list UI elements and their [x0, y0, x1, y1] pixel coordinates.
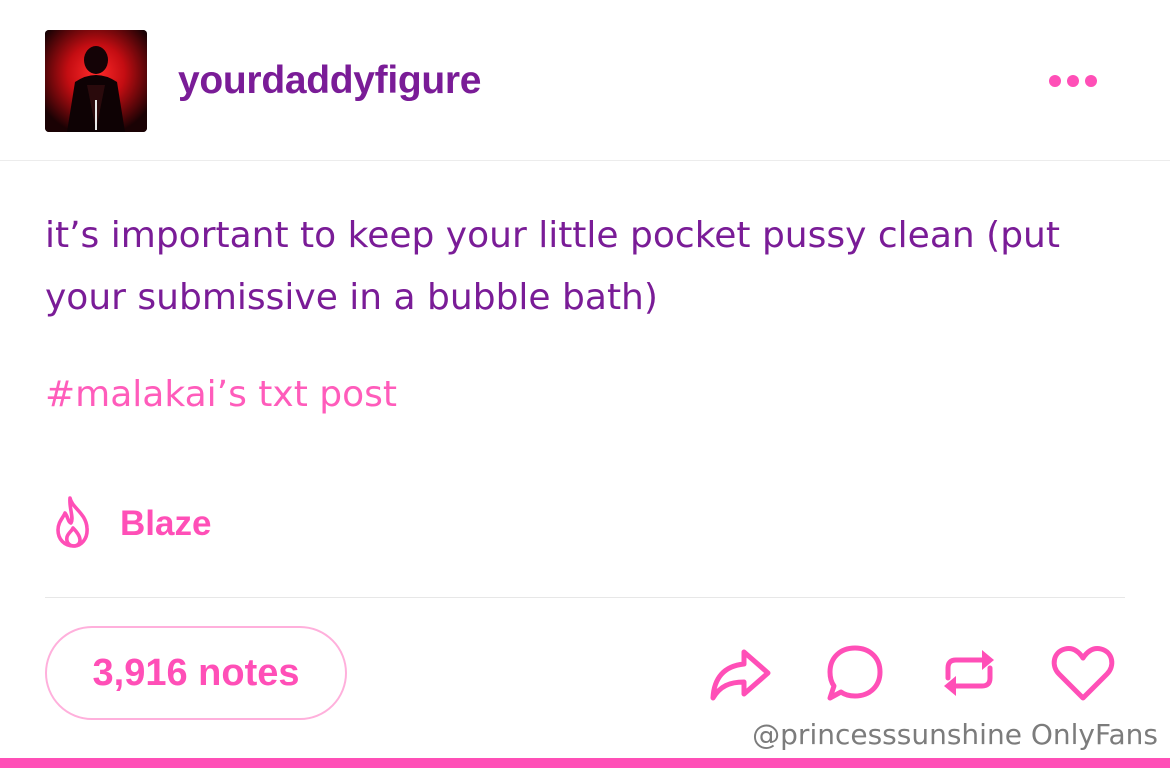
blaze-label: Blaze [120, 504, 212, 543]
heart-icon[interactable] [1050, 640, 1116, 706]
reply-icon[interactable] [822, 640, 888, 706]
bottom-accent-bar [0, 758, 1170, 768]
username[interactable]: yourdaddyfigure [178, 58, 482, 104]
avatar[interactable] [45, 30, 147, 132]
header-divider [0, 160, 1170, 161]
watermark: @princesssunshine OnlyFans [752, 718, 1158, 751]
post-body: it’s important to keep your little pocke… [45, 215, 1060, 318]
blaze-button[interactable]: Blaze [50, 496, 211, 552]
dot [1067, 75, 1079, 87]
flame-icon [50, 495, 98, 553]
dot [1049, 75, 1061, 87]
reblog-icon[interactable] [936, 640, 1002, 706]
share-icon[interactable] [706, 640, 772, 706]
more-options-icon[interactable] [1040, 68, 1106, 94]
footer-divider [45, 597, 1125, 598]
notes-button[interactable]: 3,916 notes [45, 626, 347, 720]
post-tag[interactable]: #malakai’s txt post [45, 367, 397, 423]
dot [1085, 75, 1097, 87]
post-header: yourdaddyfigure [0, 0, 1170, 160]
